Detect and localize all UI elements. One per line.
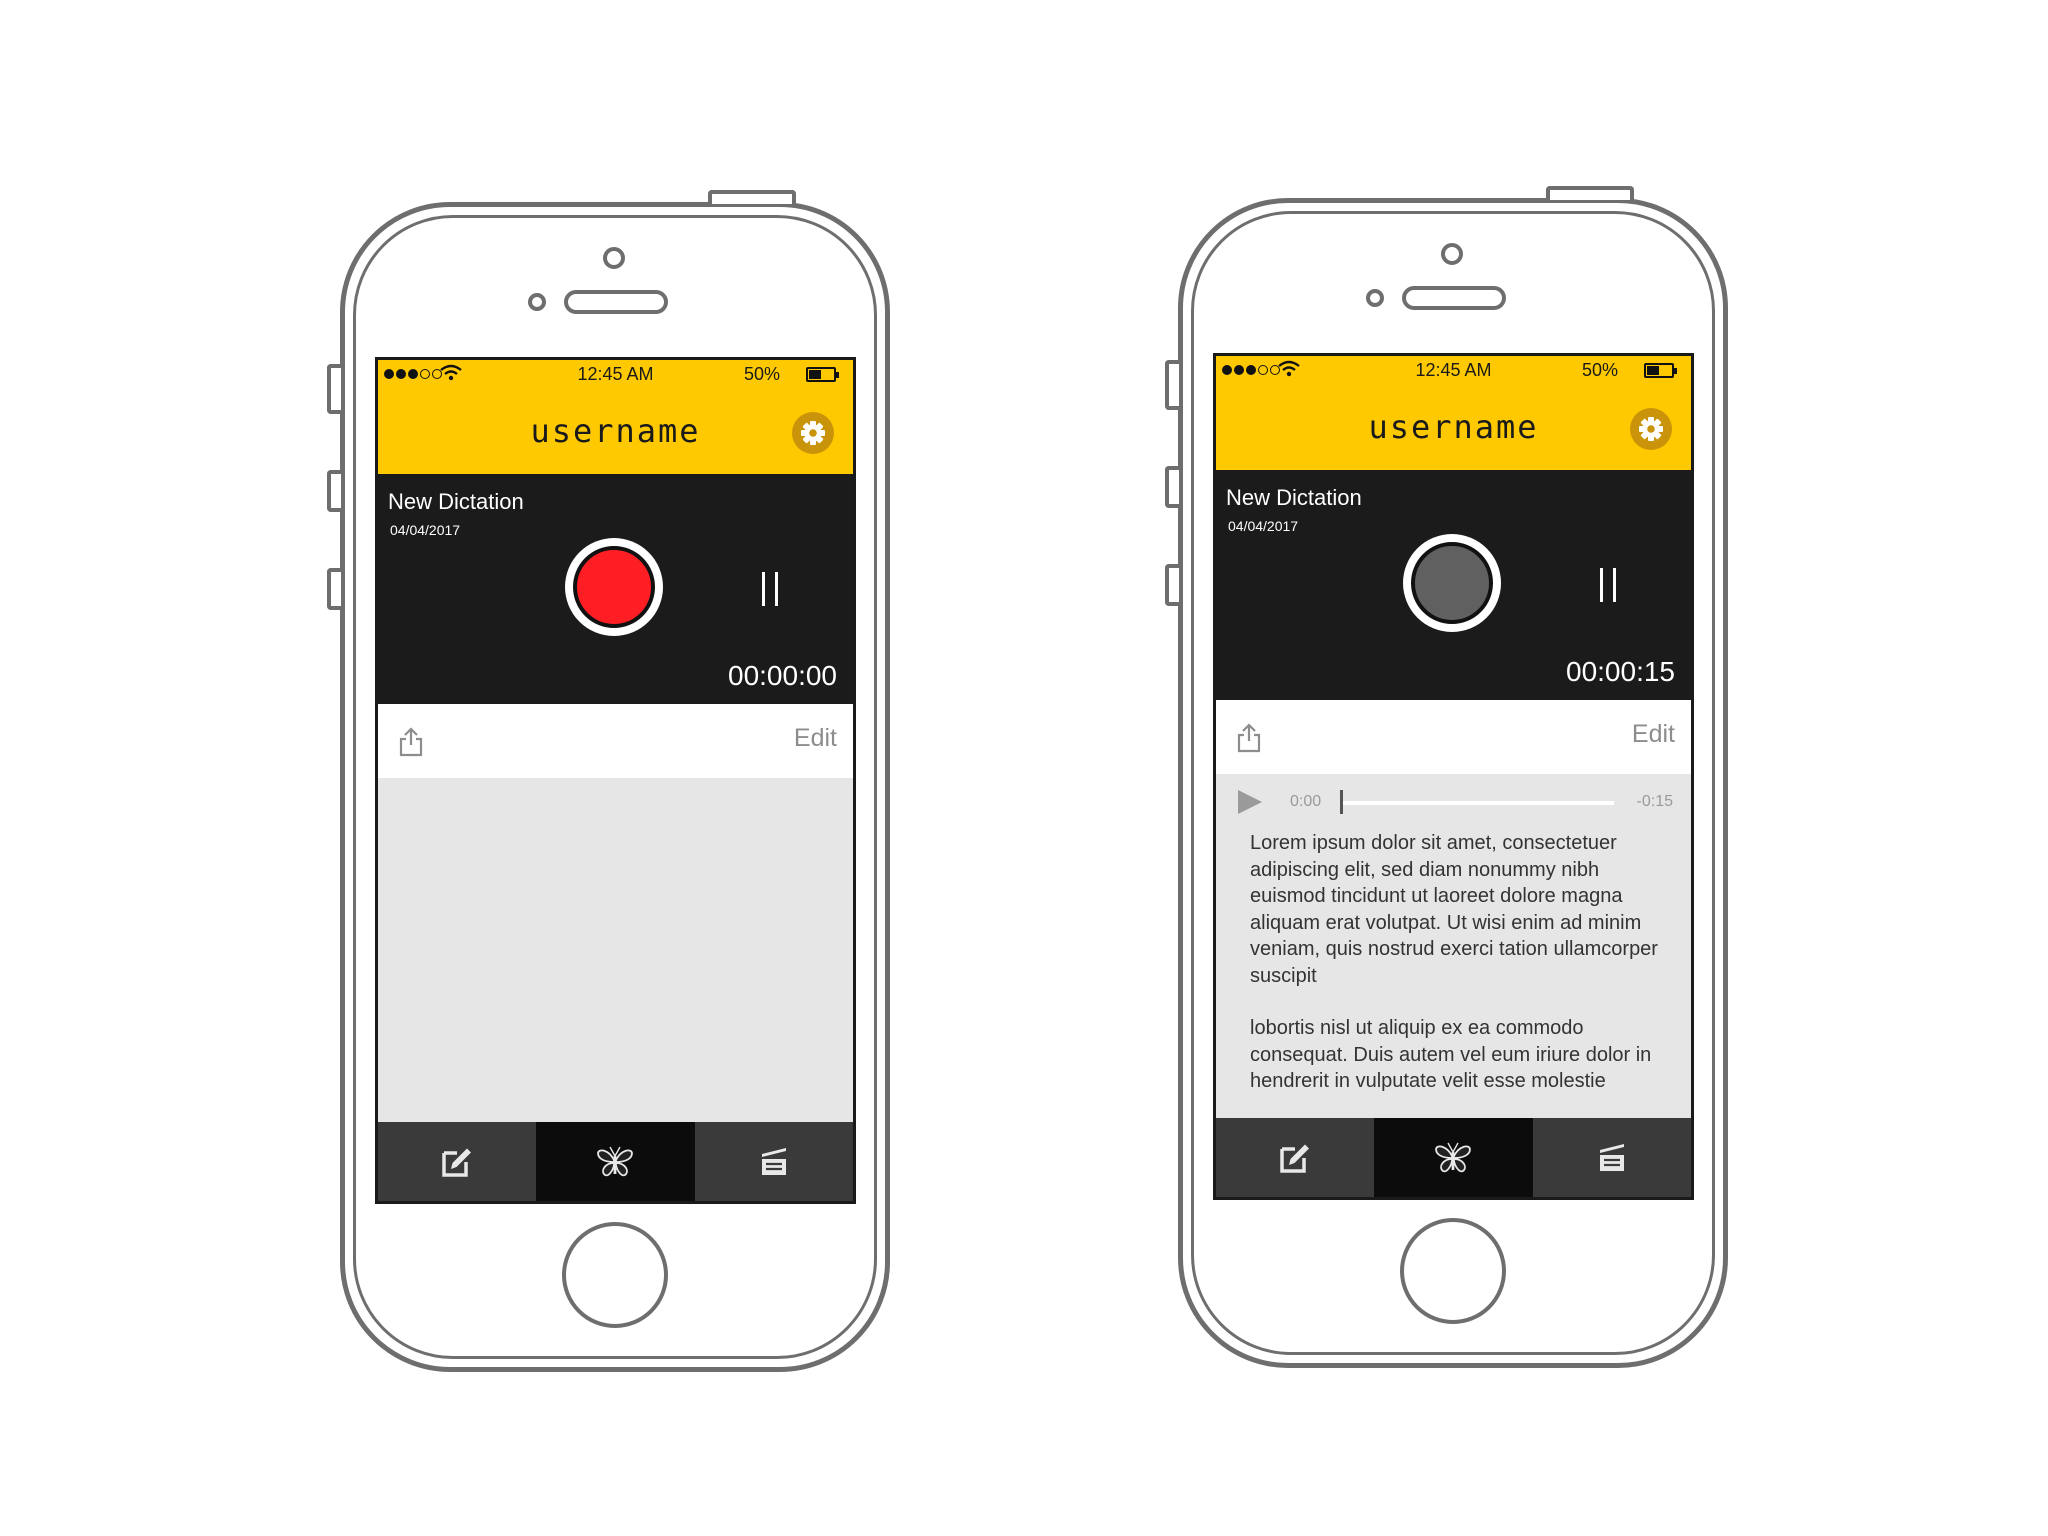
remaining-time: -0:15 (1636, 793, 1673, 810)
status-time: 12:45 AM (577, 364, 654, 384)
tab-compose[interactable] (378, 1122, 536, 1201)
app-screen: 12:45 AM 50% username New Dictation 04/0… (1213, 353, 1694, 1200)
phone-mockup-recording: 12:45 AM 50% username New Dictation 04/0… (327, 190, 890, 1372)
battery-percentage: 50% (744, 364, 781, 384)
settings-button[interactable] (792, 412, 834, 454)
gear-icon (801, 421, 825, 445)
play-icon[interactable] (1238, 790, 1262, 814)
username-title: username (530, 412, 701, 450)
transcript-paragraph: Lorem ipsum dolor sit amet, consectetuer… (1250, 832, 1658, 987)
dictation-date: 04/04/2017 (1228, 518, 1299, 534)
pause-button[interactable] (1598, 568, 1618, 602)
action-bar: Edit (378, 704, 853, 778)
documents-icon (1599, 1143, 1624, 1171)
compose-icon (1280, 1144, 1310, 1173)
transcript-paragraph: lobortis nisl ut aliquip ex ea commodo c… (1250, 1017, 1652, 1092)
earpiece-speaker (564, 290, 668, 314)
dictation-panel: New Dictation 04/04/2017 00:00:15 (1216, 470, 1691, 700)
front-camera (603, 247, 625, 269)
app-header: 12:45 AM 50% username (1216, 356, 1691, 470)
proximity-sensor (1366, 289, 1384, 307)
bottom-tab-bar (1216, 1118, 1691, 1197)
username-title: username (1368, 408, 1539, 446)
battery-percentage: 50% (1582, 360, 1619, 380)
bottom-tab-bar (378, 1122, 853, 1201)
proximity-sensor (528, 293, 546, 311)
volume-up-button (327, 470, 341, 512)
battery-icon (1644, 363, 1677, 378)
gear-icon (1639, 417, 1663, 441)
share-icon[interactable] (1234, 722, 1264, 754)
power-button (708, 190, 796, 204)
audio-player: 0:00 -0:15 (1216, 774, 1691, 830)
dictation-title: New Dictation (1226, 485, 1362, 510)
progress-handle[interactable] (1340, 790, 1343, 814)
volume-down-button (1165, 564, 1179, 606)
documents-icon (761, 1147, 786, 1175)
home-button[interactable] (1400, 1218, 1506, 1324)
record-indicator (1411, 542, 1493, 624)
status-time: 12:45 AM (1415, 360, 1492, 380)
edit-button[interactable]: Edit (1632, 720, 1675, 749)
tab-documents[interactable] (695, 1122, 853, 1201)
action-bar: Edit (1216, 700, 1691, 774)
recording-timer: 00:00:15 (1566, 656, 1675, 687)
transcript-text: Lorem ipsum dolor sit amet, consectetuer… (1250, 830, 1670, 1095)
dictation-date: 04/04/2017 (390, 522, 461, 538)
recording-timer: 00:00:00 (728, 660, 837, 691)
record-button[interactable] (1403, 534, 1501, 632)
tab-home[interactable] (1374, 1118, 1533, 1197)
progress-track[interactable] (1342, 801, 1614, 805)
power-button (1546, 186, 1634, 200)
mute-switch (327, 364, 341, 414)
dictation-title: New Dictation (388, 489, 524, 514)
tab-home[interactable] (536, 1122, 695, 1201)
volume-down-button (327, 568, 341, 610)
compose-icon (442, 1148, 472, 1177)
earpiece-speaker (1402, 286, 1506, 310)
app-screen: 12:45 AM 50% username New Dictation 04/0… (375, 357, 856, 1204)
app-header: 12:45 AM 50% username (378, 360, 853, 474)
phone-mockup-playback: 12:45 AM 50% username New Dictation 04/0… (1165, 186, 1728, 1368)
elapsed-time: 0:00 (1290, 793, 1322, 810)
dictation-panel: New Dictation 04/04/2017 00:00:00 (378, 474, 853, 704)
status-bar: 12:45 AM 50% (378, 360, 853, 388)
settings-button[interactable] (1630, 408, 1672, 450)
home-button[interactable] (562, 1222, 668, 1328)
butterfly-icon (597, 1146, 634, 1176)
status-bar: 12:45 AM 50% (1216, 356, 1691, 384)
butterfly-icon (1435, 1142, 1472, 1172)
record-indicator (573, 546, 655, 628)
front-camera (1441, 243, 1463, 265)
tab-documents[interactable] (1533, 1118, 1691, 1197)
pause-button[interactable] (760, 572, 780, 606)
tab-compose[interactable] (1216, 1118, 1374, 1197)
mute-switch (1165, 360, 1179, 410)
record-button[interactable] (565, 538, 663, 636)
share-icon[interactable] (396, 726, 426, 758)
battery-icon (806, 367, 839, 382)
edit-button[interactable]: Edit (794, 724, 837, 753)
volume-up-button (1165, 466, 1179, 508)
